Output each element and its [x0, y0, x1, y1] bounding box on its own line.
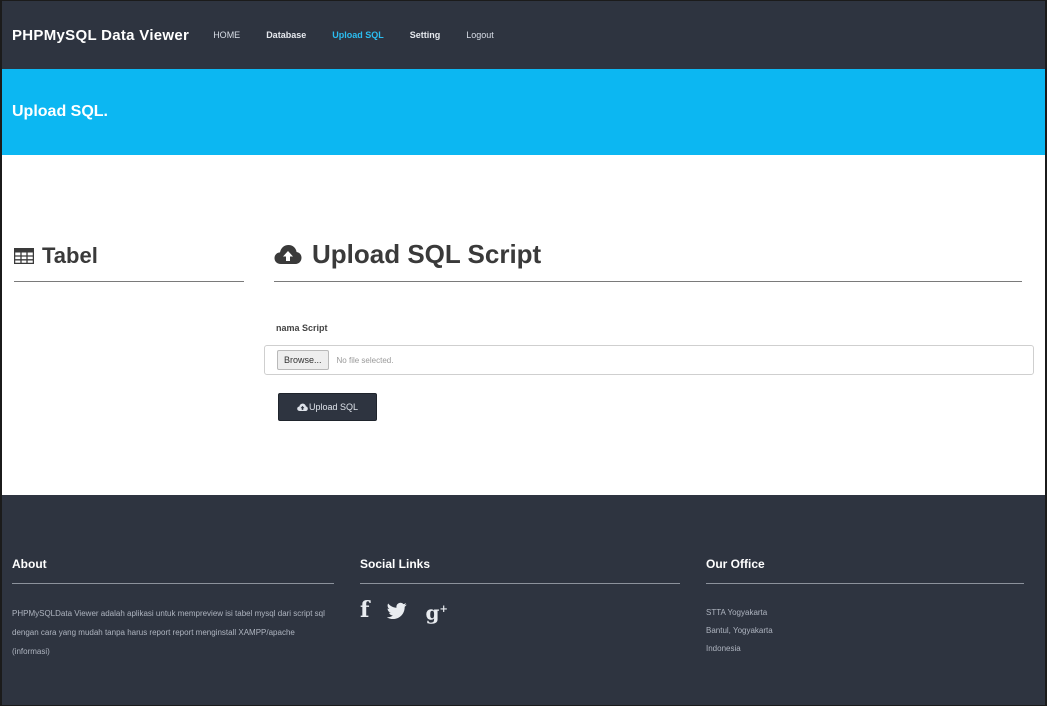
content-heading-text: Upload SQL Script: [312, 239, 542, 269]
nav-link-setting[interactable]: Setting: [410, 30, 441, 40]
footer-social-heading: Social Links: [360, 557, 431, 571]
footer-office-divider: [706, 583, 1024, 584]
cloud-upload-icon: [274, 244, 302, 264]
script-file-input[interactable]: Browse... No file selected.: [264, 345, 1034, 375]
office-line: Indonesia: [706, 644, 741, 653]
nav-link-logout[interactable]: Logout: [466, 30, 494, 40]
table-icon: [14, 248, 34, 264]
content-heading: Upload SQL Script: [274, 239, 541, 270]
footer-about-divider: [12, 583, 334, 584]
google-plus-sup: +: [439, 604, 448, 615]
upload-sql-button-label: Upload SQL: [308, 402, 359, 412]
navbar: PHPMySQL Data Viewer HOME Database Uploa…: [2, 1, 1045, 69]
browse-button[interactable]: Browse...: [277, 350, 329, 370]
office-line: Bantul, Yogyakarta: [706, 626, 773, 635]
sidebar-heading-divider: [14, 281, 244, 282]
footer-about: About PHPMySQLData Viewer adalah aplikas…: [12, 557, 334, 661]
office-line: STTA Yogyakarta: [706, 608, 768, 617]
page-banner: Upload SQL.: [2, 69, 1045, 155]
page: PHPMySQL Data Viewer HOME Database Uploa…: [0, 0, 1047, 706]
cloud-upload-icon: [297, 403, 308, 411]
nav-link-upload-sql[interactable]: Upload SQL: [332, 30, 384, 40]
twitter-icon[interactable]: [387, 602, 408, 620]
office-address: STTA Yogyakarta Bantul, Yogyakarta Indon…: [706, 604, 1024, 658]
file-status-text: No file selected.: [336, 355, 394, 365]
footer-about-text: PHPMySQLData Viewer adalah aplikasi untu…: [12, 609, 325, 656]
sidebar-heading-text: Tabel: [42, 243, 98, 268]
main-content: Tabel Upload SQL Script nama Script Brow…: [2, 155, 1045, 495]
script-name-label: nama Script: [276, 323, 328, 333]
brand-logo-text[interactable]: PHPMySQL Data Viewer: [12, 27, 189, 44]
page-title: Upload SQL.: [12, 103, 108, 120]
footer: About PHPMySQLData Viewer adalah aplikas…: [2, 495, 1045, 705]
social-icons: f g+: [360, 598, 680, 625]
google-plus-icon[interactable]: g+: [425, 598, 447, 625]
nav-links: HOME Database Upload SQL Setting Logout: [213, 30, 520, 40]
nav-link-database[interactable]: Database: [266, 30, 306, 40]
nav-link-home[interactable]: HOME: [213, 30, 240, 40]
sidebar-heading: Tabel: [14, 243, 98, 269]
facebook-icon[interactable]: f: [360, 598, 369, 622]
footer-social: Social Links f g+: [360, 557, 680, 625]
google-plus-glyph: g: [425, 600, 440, 625]
footer-social-divider: [360, 583, 680, 584]
content-heading-divider: [274, 281, 1022, 282]
footer-about-heading: About: [12, 557, 47, 571]
footer-office: Our Office STTA Yogyakarta Bantul, Yogya…: [706, 557, 1024, 658]
upload-sql-button[interactable]: Upload SQL: [278, 393, 377, 421]
footer-office-heading: Our Office: [706, 557, 765, 571]
